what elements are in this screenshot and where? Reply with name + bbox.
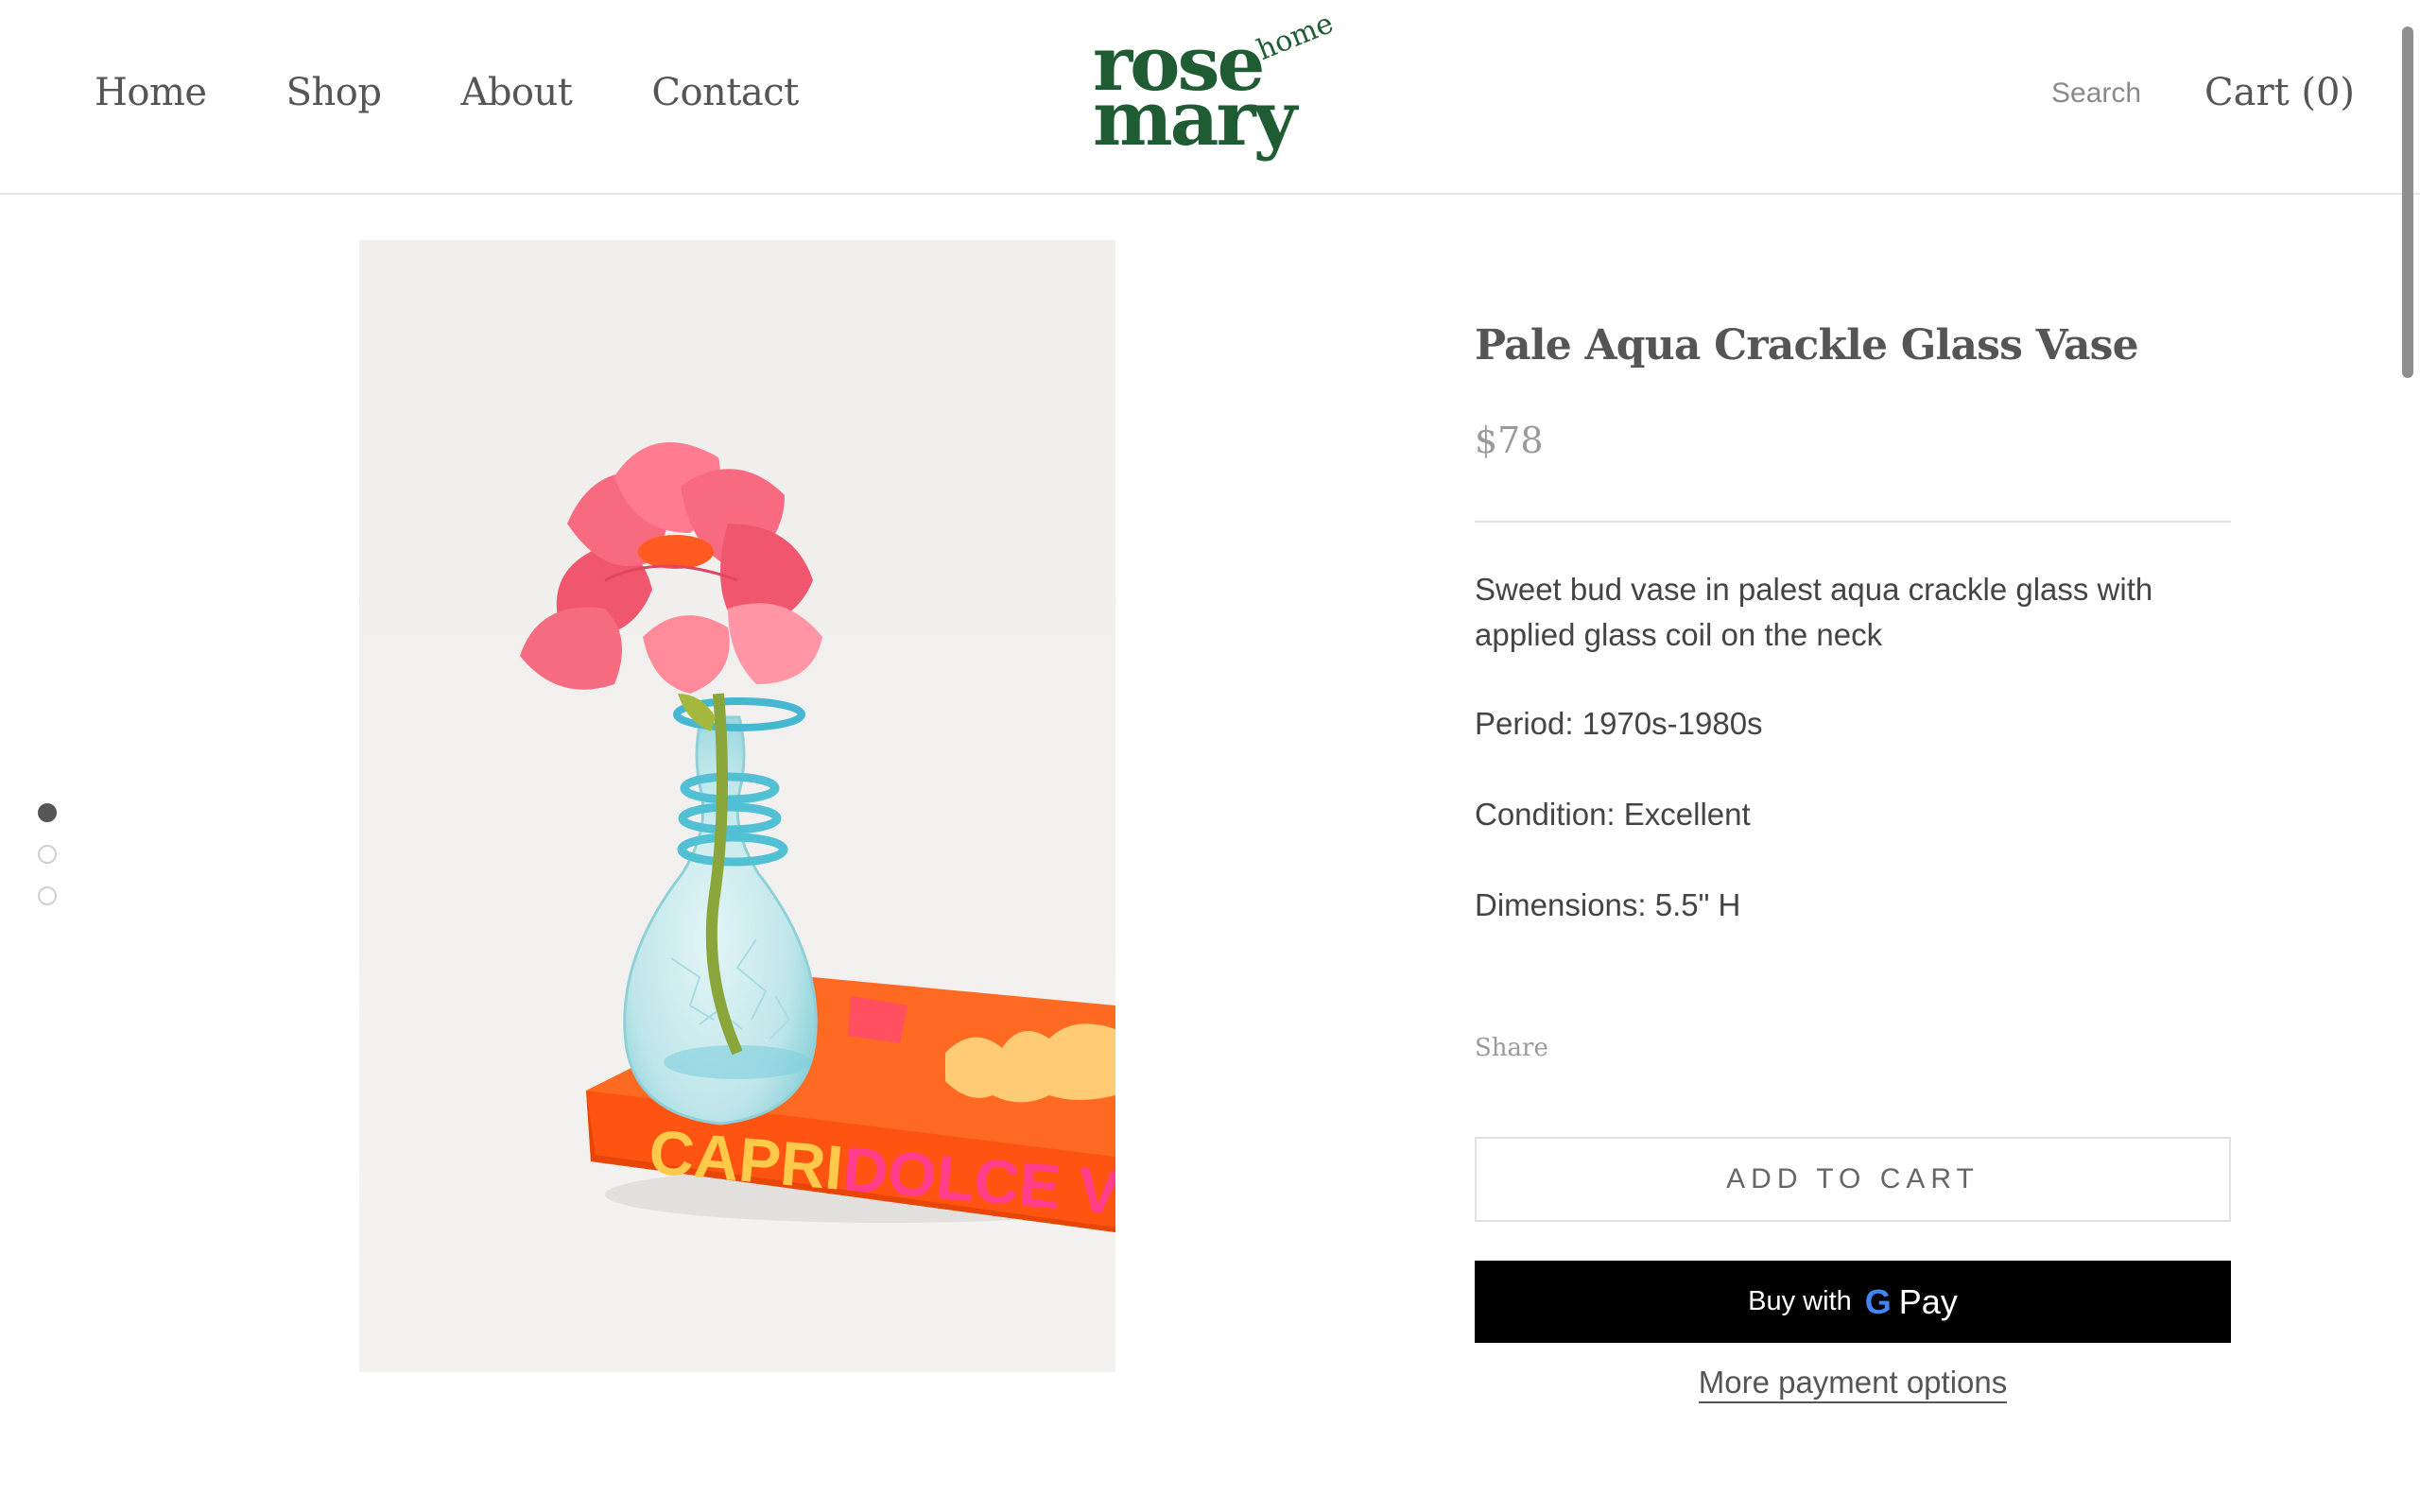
gallery-dot-3[interactable] [38,886,57,905]
more-payment-options: More payment options [1475,1365,2231,1403]
gallery-pagination [38,803,57,928]
nav-about-link[interactable]: About [460,66,572,119]
add-to-cart-button[interactable]: ADD TO CART [1475,1137,2231,1222]
main-nav: Home Shop About Contact [95,66,799,119]
share-link[interactable]: Share [1475,1034,1548,1062]
product-dimensions: Dimensions: 5.5" H [1475,887,1741,922]
page-scrollbar-thumb[interactable] [2402,26,2413,378]
product-photo-illustration: CAPRI DOLCE VI [359,240,1115,1372]
nav-contact-link[interactable]: Contact [651,66,799,119]
gpay-buy-with-label: Buy with [1748,1286,1852,1316]
brand-logo[interactable]: rose home mary [1087,7,1342,172]
product-image[interactable]: CAPRI DOLCE VI [359,240,1115,1372]
gallery-dot-2[interactable] [38,845,57,864]
logo-word-mary: mary [1093,74,1297,163]
search-link[interactable]: Search [2051,77,2141,110]
nav-shop-link[interactable]: Shop [286,66,382,119]
site-header: Home Shop About Contact rose home mary S… [0,0,2420,195]
info-divider [1475,521,2231,523]
product-condition: Condition: Excellent [1475,797,1751,832]
google-pay-button[interactable]: Buy with G Pay [1475,1261,2231,1343]
product-description: Sweet bud vase in palest aqua crackle gl… [1475,572,2153,652]
more-payment-options-link[interactable]: More payment options [1698,1365,2008,1403]
logo-word-home: home [1252,7,1339,67]
google-g-icon: G [1864,1281,1892,1321]
cart-link[interactable]: Cart (0) [2204,66,2355,119]
gpay-pay-label: Pay [1898,1281,1958,1321]
nav-home-link[interactable]: Home [95,66,207,119]
product-period: Period: 1970s-1980s [1475,706,1763,741]
gallery-dot-1[interactable] [38,803,57,822]
product-price: $78 [1475,420,1544,461]
product-title: Pale Aqua Crackle Glass Vase [1475,321,2139,369]
